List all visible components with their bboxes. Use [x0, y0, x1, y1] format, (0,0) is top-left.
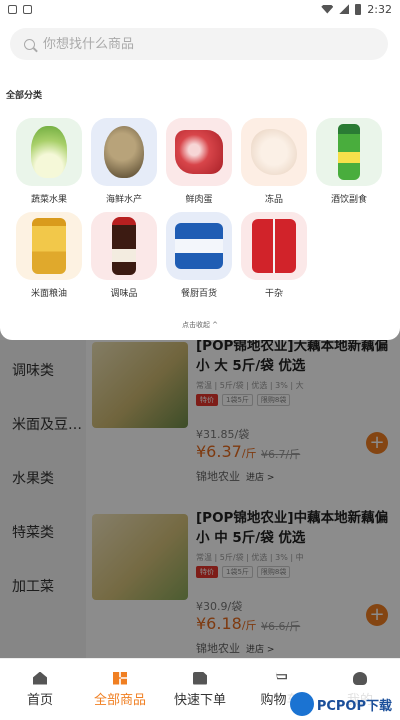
signal-icon [339, 4, 350, 14]
home-icon [33, 671, 47, 685]
category-item[interactable]: 干杂 [241, 212, 307, 299]
app-icon [23, 4, 32, 14]
search-input[interactable] [43, 36, 343, 52]
category-label: 米面粮油 [30, 289, 67, 299]
meat-icon [175, 130, 223, 174]
watermark-logo-icon [289, 692, 314, 716]
section-title: 全部分类 [6, 91, 43, 101]
grid-icon [113, 671, 127, 685]
tab-label: 快速下单 [173, 692, 226, 708]
category-label: 冻品 [264, 195, 283, 205]
tab-home[interactable]: 首页 [0, 659, 80, 720]
tab-all-products[interactable]: 全部商品 [80, 659, 160, 720]
tab-label: 首页 [26, 692, 53, 708]
category-item[interactable]: 冻品 [241, 118, 307, 205]
collapse-button[interactable]: 点击收起 ^ [0, 320, 400, 330]
tab-quick-order[interactable]: 快速下单 [160, 659, 240, 720]
category-tile[interactable] [241, 212, 307, 280]
frozen-food-icon [251, 129, 297, 175]
category-label: 海鲜水产 [105, 195, 142, 205]
status-time: 2:32 [367, 2, 392, 16]
drink-bottle-icon [338, 124, 360, 180]
category-item[interactable]: 海鲜水产 [91, 118, 157, 205]
search-bar[interactable] [10, 28, 388, 60]
category-tile[interactable] [91, 118, 157, 186]
category-item[interactable]: 调味品 [91, 212, 157, 299]
category-tile[interactable] [241, 118, 307, 186]
category-label: 调味品 [110, 289, 138, 299]
watermark: PCPOP下载 [285, 690, 396, 718]
order-icon [193, 671, 207, 685]
category-tile[interactable] [16, 212, 82, 280]
category-tile[interactable] [16, 118, 82, 186]
category-label: 鲜肉蛋 [185, 195, 213, 205]
tissue-icon [175, 223, 223, 269]
category-item[interactable]: 餐厨百货 [166, 212, 232, 299]
category-tile[interactable] [166, 212, 232, 280]
category-item[interactable]: 酒饮副食 [316, 118, 382, 205]
category-label: 干杂 [264, 289, 283, 299]
notification-icon [8, 4, 17, 14]
category-tile[interactable] [166, 118, 232, 186]
soy-sauce-icon [112, 217, 136, 275]
tab-label: 全部商品 [93, 692, 146, 708]
status-bar: 2:32 [0, 0, 400, 18]
oil-bottle-icon [32, 218, 66, 274]
category-label: 餐厨百货 [180, 289, 217, 299]
wifi-icon [321, 4, 334, 14]
battery-icon [355, 3, 362, 15]
cabbage-icon [31, 126, 67, 178]
search-icon [24, 38, 35, 50]
category-item[interactable]: 鲜肉蛋 [166, 118, 232, 205]
category-panel: 全部分类 蔬菜水果 海鲜水产 鲜肉蛋 冻品 酒饮副食 米面粮油 调味品 餐厨百货… [0, 18, 400, 340]
watermark-text: PCPOP下载 [316, 698, 392, 714]
category-tile[interactable] [91, 212, 157, 280]
sausage-icon [252, 219, 296, 273]
user-icon [353, 671, 367, 685]
cart-icon [273, 671, 287, 680]
category-item[interactable]: 蔬菜水果 [16, 118, 82, 205]
category-item[interactable]: 米面粮油 [16, 212, 82, 299]
category-tile[interactable] [316, 118, 382, 186]
category-label: 酒饮副食 [330, 195, 367, 205]
fish-icon [104, 126, 144, 178]
category-label: 蔬菜水果 [30, 195, 67, 205]
